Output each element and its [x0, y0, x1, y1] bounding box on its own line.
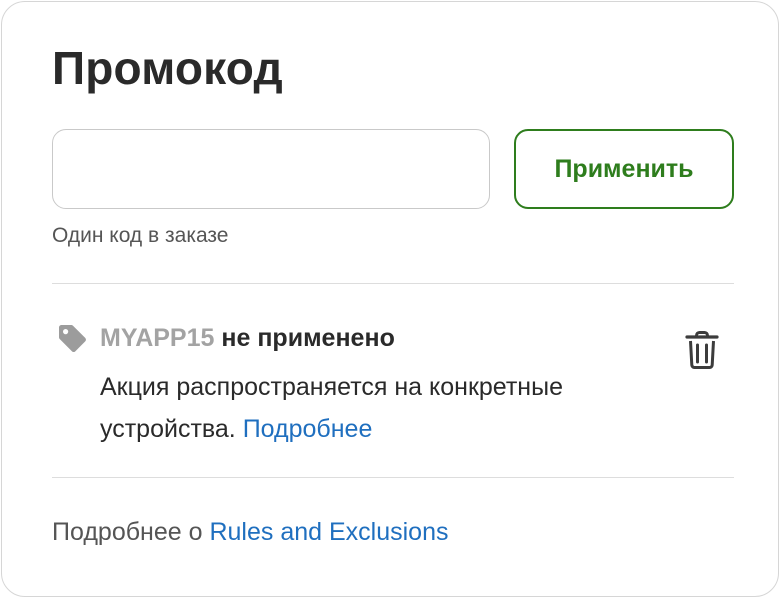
applied-code-status: не применено [221, 324, 395, 352]
promo-code-input[interactable] [52, 129, 490, 209]
page-title: Промокод [52, 42, 283, 94]
promo-code-card: Промокод Применить Один код в заказе MYA… [1, 1, 779, 597]
rules-exclusions-link[interactable]: Rules and Exclusions [209, 518, 448, 546]
footer-info: Подробнее о Rules and Exclusions [52, 514, 448, 550]
applied-code: MYAPP15 [100, 324, 215, 352]
applied-code-line: MYAPP15 не применено [100, 322, 395, 354]
more-info-link[interactable]: Подробнее [243, 415, 373, 443]
footer-text: Подробнее о [52, 518, 203, 546]
applied-code-description-block: Акция распространяется на конкретные уст… [100, 366, 660, 450]
divider [52, 477, 734, 478]
divider [52, 283, 734, 284]
promo-hint: Один код в заказе [52, 224, 229, 247]
tag-icon [59, 325, 86, 352]
trash-icon[interactable] [684, 330, 720, 370]
apply-button[interactable]: Применить [514, 129, 734, 209]
